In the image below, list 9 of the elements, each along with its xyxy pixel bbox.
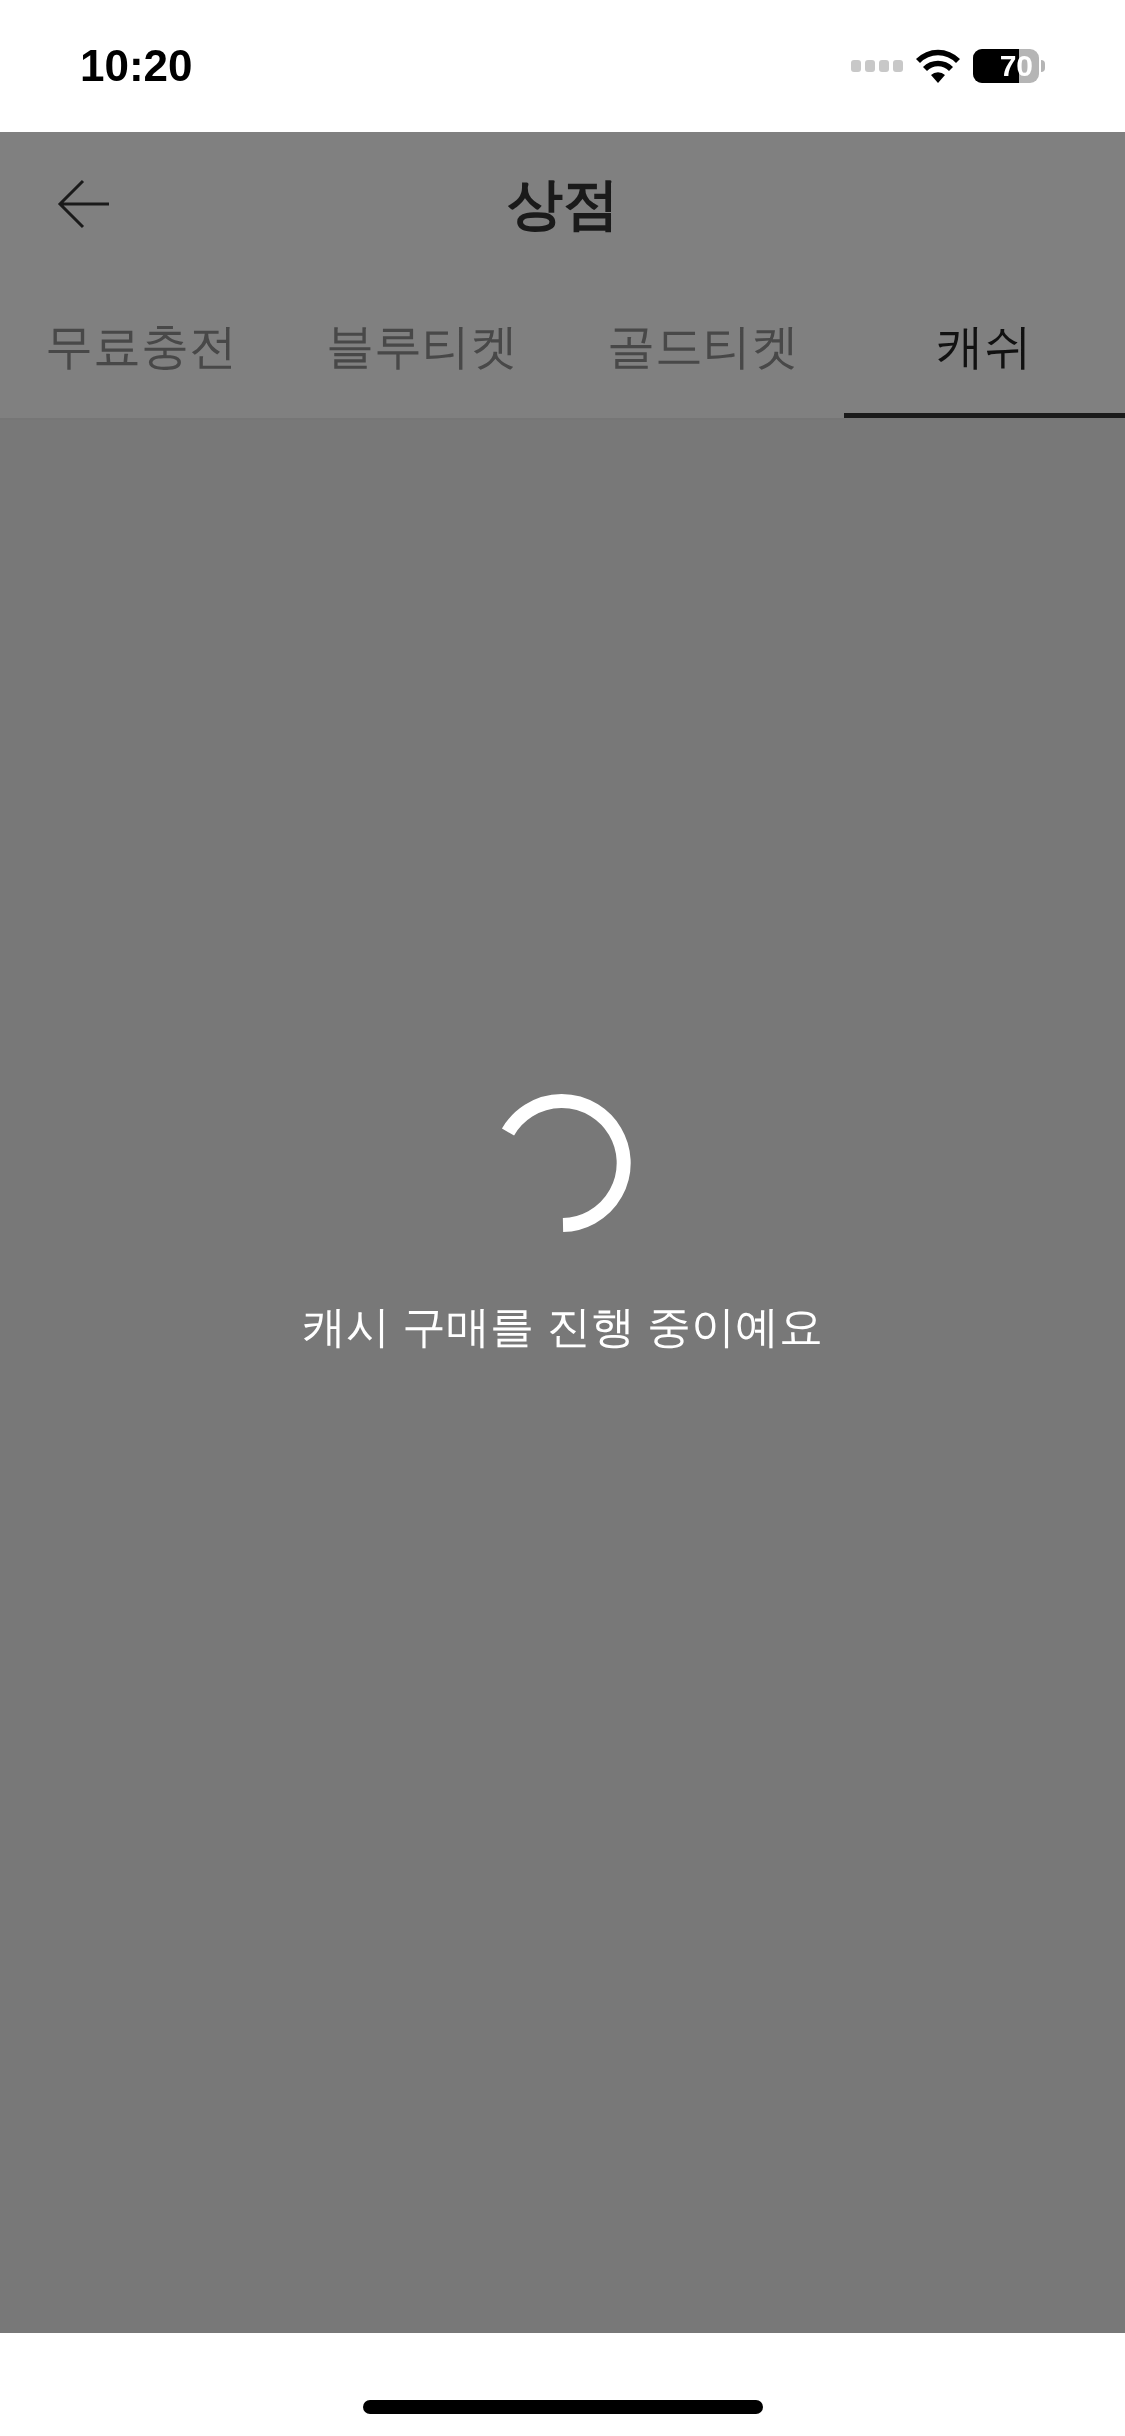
signal-icon: [851, 60, 903, 72]
status-time: 10:20: [80, 40, 193, 92]
back-arrow-icon: [57, 177, 111, 231]
tab[interactable]: 무료충전: [0, 275, 282, 418]
loading-message: 캐시 구매를 진행 중이예요: [302, 1301, 823, 1353]
page-title: 상점: [506, 170, 619, 237]
tab[interactable]: 블루티켓: [281, 275, 563, 418]
tab[interactable]: 골드티켓: [562, 275, 844, 418]
wifi-icon: [915, 49, 961, 83]
